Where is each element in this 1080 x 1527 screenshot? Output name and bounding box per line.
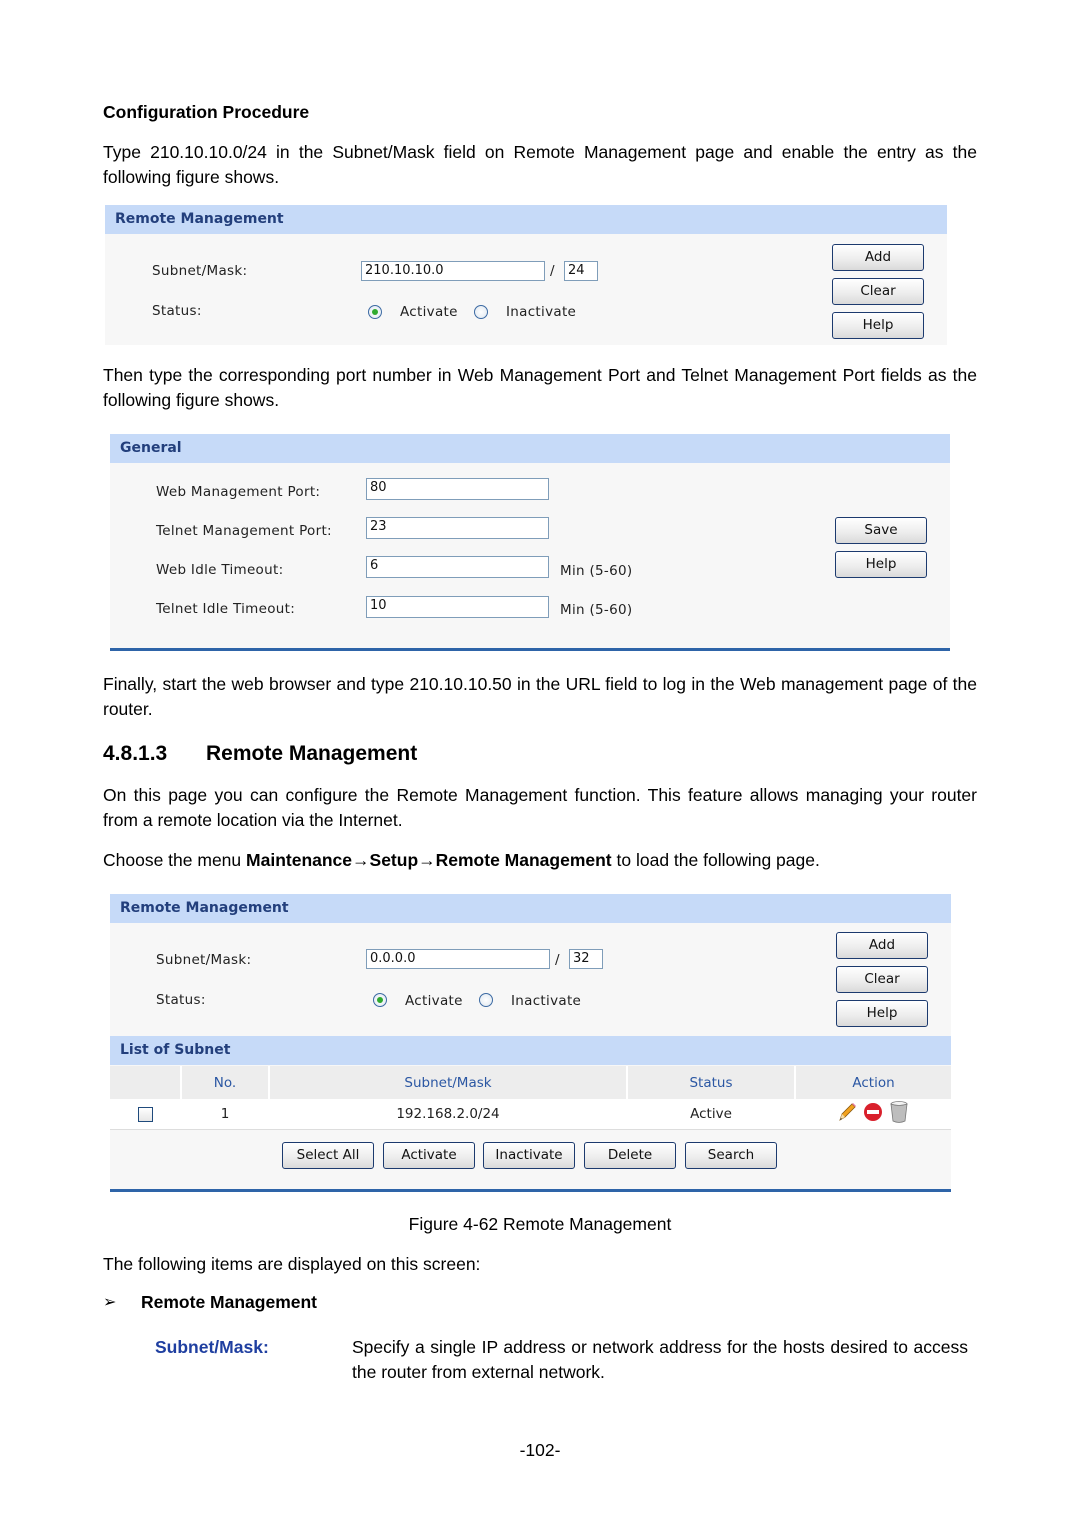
panel-title: General: [110, 434, 950, 463]
row-status: Active: [627, 1099, 795, 1130]
status-label: Status:: [156, 992, 206, 1008]
mask-input[interactable]: 24: [564, 261, 598, 281]
items-intro: The following items are displayed on thi…: [103, 1254, 481, 1274]
col-subnet-mask: Subnet/Mask: [269, 1066, 628, 1099]
remote-management-panel: Remote Management Subnet/Mask: 0.0.0.0 /…: [110, 894, 951, 1189]
web-idle-timeout-label: Web Idle Timeout:: [156, 562, 284, 578]
port-instructions-paragraph: Then type the corresponding port number …: [103, 365, 977, 410]
add-button[interactable]: Add: [836, 932, 928, 959]
panel-title: Remote Management: [105, 205, 947, 234]
subnet-table: No. Subnet/Mask Status Action 1 192.168.…: [110, 1066, 951, 1130]
login-instructions-paragraph: Finally, start the web browser and type …: [103, 674, 977, 719]
list-of-subnet-title: List of Subnet: [110, 1036, 951, 1065]
help-button[interactable]: Help: [835, 551, 927, 578]
web-management-port-label: Web Management Port:: [156, 484, 321, 500]
subnet-mask-label: Subnet/Mask:: [156, 952, 252, 968]
telnet-management-port-label: Telnet Management Port:: [156, 523, 332, 539]
general-panel: General Web Management Port: 80 Telnet M…: [110, 434, 950, 649]
activate-radio-label: Activate: [405, 993, 463, 1009]
row-checkbox-cell: [110, 1099, 181, 1130]
col-action: Action: [795, 1066, 951, 1099]
edit-pencil-icon[interactable]: [836, 1101, 858, 1127]
section-title: Remote Management: [206, 742, 418, 765]
config-procedure-heading: Configuration Procedure: [103, 102, 310, 122]
remote-management-panel-example: Remote Management Subnet/Mask: 210.10.10…: [105, 205, 947, 345]
col-select: [110, 1066, 182, 1099]
config-procedure-paragraph: Type 210.10.10.0/24 in the Subnet/Mask f…: [103, 142, 977, 187]
table-row: 1 192.168.2.0/24 Active: [110, 1099, 951, 1130]
clear-button[interactable]: Clear: [832, 278, 924, 305]
section-number: 4.8.1.3: [103, 742, 168, 765]
menu-instruction: Choose the menu Maintenance→Setup→Remote…: [103, 848, 977, 873]
panel-title: Remote Management: [110, 894, 951, 923]
help-button[interactable]: Help: [836, 1000, 928, 1027]
section-intro: On this page you can configure the Remot…: [103, 785, 977, 830]
table-header-row: No. Subnet/Mask Status Action: [110, 1066, 951, 1099]
status-label: Status:: [152, 303, 202, 319]
subnet-input[interactable]: 0.0.0.0: [366, 949, 550, 969]
row-no: 1: [181, 1099, 269, 1130]
slash-separator: /: [550, 263, 555, 279]
inactivate-button[interactable]: Inactivate: [483, 1142, 575, 1169]
inactivate-radio[interactable]: [474, 305, 488, 319]
menu-prefix: Choose the menu: [103, 850, 247, 870]
definition-description: Specify a single IP address or network a…: [352, 1337, 968, 1382]
inactivate-radio-label: Inactivate: [511, 993, 582, 1009]
web-idle-timeout-input[interactable]: 6: [366, 556, 549, 578]
web-management-port-input[interactable]: 80: [366, 478, 549, 500]
slash-separator: /: [555, 952, 560, 968]
help-button[interactable]: Help: [832, 312, 924, 339]
disable-icon[interactable]: [862, 1101, 884, 1127]
activate-radio-label: Activate: [400, 304, 458, 320]
clear-button[interactable]: Clear: [836, 966, 928, 993]
page-number: -102-: [519, 1440, 561, 1460]
row-subnet: 192.168.2.0/24: [269, 1099, 627, 1130]
inactivate-radio[interactable]: [479, 993, 493, 1007]
telnet-idle-timeout-input[interactable]: 10: [366, 596, 549, 618]
col-status: Status: [627, 1066, 796, 1099]
add-button[interactable]: Add: [832, 244, 924, 271]
activate-radio[interactable]: [368, 305, 382, 319]
menu-path: Maintenance→Setup→Remote Management: [246, 850, 612, 870]
figure-caption: Figure 4-62 Remote Management: [408, 1214, 672, 1234]
activate-radio[interactable]: [373, 993, 387, 1007]
bullet-title: Remote Management: [141, 1292, 318, 1312]
save-button[interactable]: Save: [835, 517, 927, 544]
row-actions: [795, 1099, 951, 1130]
select-all-button[interactable]: Select All: [282, 1142, 374, 1169]
delete-button[interactable]: Delete: [584, 1142, 676, 1169]
subnet-mask-label: Subnet/Mask:: [152, 263, 248, 279]
inactivate-radio-label: Inactivate: [506, 304, 577, 320]
activate-button[interactable]: Activate: [383, 1142, 475, 1169]
definition-term: Subnet/Mask:: [155, 1337, 269, 1357]
panel-bottom-rule: [110, 648, 950, 651]
menu-suffix: to load the following page.: [611, 850, 820, 870]
search-button[interactable]: Search: [685, 1142, 777, 1169]
col-no: No.: [181, 1066, 270, 1099]
mask-input[interactable]: 32: [569, 949, 603, 969]
telnet-idle-timeout-label: Telnet Idle Timeout:: [156, 601, 296, 617]
row-checkbox[interactable]: [138, 1106, 153, 1122]
arrow-bullet-icon: ➢: [103, 1294, 117, 1311]
telnet-management-port-input[interactable]: 23: [366, 517, 549, 539]
delete-trash-icon[interactable]: [888, 1100, 910, 1128]
telnet-idle-timeout-range: Min (5-60): [560, 602, 633, 618]
web-idle-timeout-range: Min (5-60): [560, 563, 633, 579]
panel-bottom-rule: [110, 1189, 951, 1192]
subnet-input[interactable]: 210.10.10.0: [361, 261, 545, 281]
